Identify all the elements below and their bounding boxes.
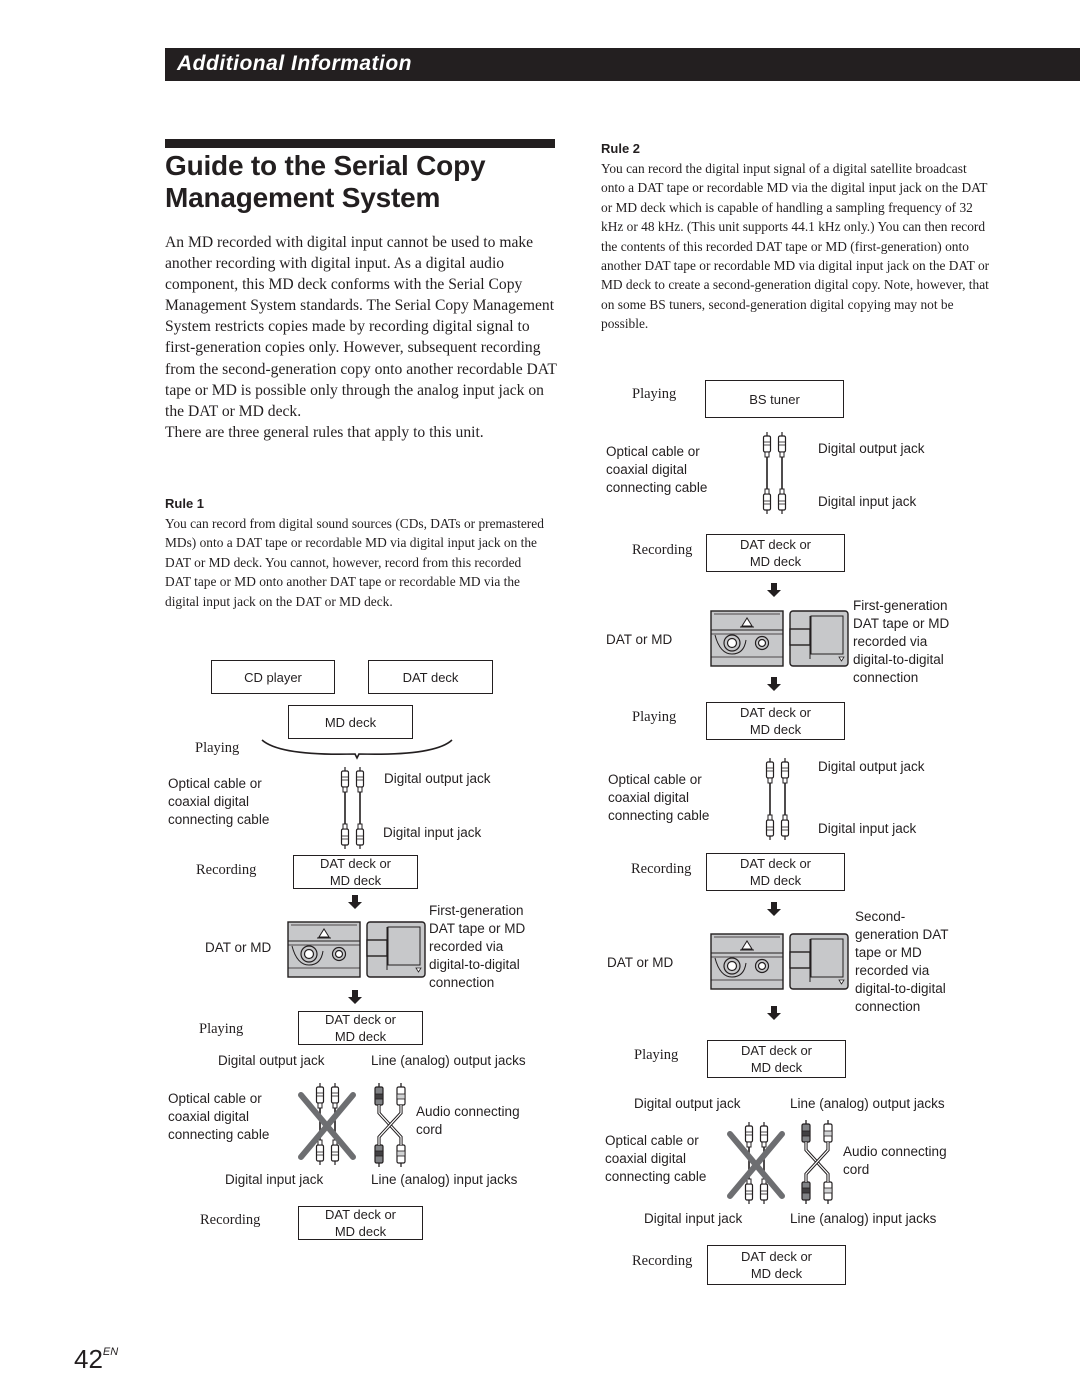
playing-label-2: Playing [632,709,677,725]
cable-label: Optical cable or coaxial digital connect… [168,776,270,827]
minidisc-icon [366,921,426,978]
down-arrow-icon [767,583,781,597]
dat-tape-icon [710,933,784,990]
playing-deck-box-2: DAT deck or MD deck [707,1040,846,1078]
digital-cable-icon [762,432,787,514]
media-label: DAT or MD [606,632,673,647]
recording-deck-box-3: DAT deck or MD deck [707,1245,846,1285]
md-deck-box: MD deck [288,705,413,739]
down-arrow-icon [767,902,781,916]
audio-cord-icon [801,1120,833,1204]
down-arrow-icon [767,1006,781,1020]
rule2-text: You can record the digital input signal … [601,161,990,332]
media-description-first: First-generation DAT tape or MD recorded… [853,598,950,685]
playing-label: Playing [632,386,677,402]
line-input-label: Line (analog) input jacks [371,1172,518,1187]
cable-label-2: Optical cable or coaxial digital connect… [608,772,710,823]
cable-label-3: Optical cable or coaxial digital connect… [605,1133,707,1184]
audio-cord-label: Audio connecting cord [416,1104,520,1137]
media-description-second: Second- generation DAT tape or MD record… [855,909,949,1014]
recording-deck-box: DAT deck or MD deck [706,534,845,572]
dat-tape-icon [710,610,784,667]
media-label-2: DAT or MD [607,955,674,970]
bs-tuner-box: BS tuner [705,380,844,418]
recording-label: Recording [196,862,257,878]
down-arrow-icon [348,895,362,909]
digital-cable-icon-2 [765,758,790,840]
dat-and-md-media-icon [710,610,849,667]
dat-and-md-media-icon-2 [710,933,849,990]
page-title-line-2: Management System [165,182,441,213]
recording-label: Recording [632,542,693,558]
cable-label: Optical cable or coaxial digital connect… [606,444,708,495]
digital-output-label: Digital output jack [818,441,925,456]
rule2-heading: Rule 2 [601,141,641,156]
digital-input-label-2: Digital input jack [818,821,917,836]
recording-deck-box: DAT deck or MD deck [293,855,418,889]
line-output-label: Line (analog) output jacks [790,1096,945,1111]
recording-deck-box-2: DAT deck or MD deck [298,1206,423,1240]
section-title: Additional Information [177,52,412,75]
audio-cord-icon [374,1083,406,1167]
digital-input-label-2: Digital input jack [225,1172,324,1187]
digital-input-label: Digital input jack [383,825,482,840]
digital-input-label: Digital input jack [818,494,917,509]
rule1-heading: Rule 1 [165,496,205,511]
playing-label-2: Playing [199,1021,244,1037]
playing-label: Playing [195,740,240,756]
down-arrow-icon [767,677,781,691]
audio-cord-label: Audio connecting cord [843,1144,947,1177]
line-output-label: Line (analog) output jacks [371,1053,526,1068]
recording-label-2: Recording [631,861,692,877]
section-header-bar: Additional Information [165,48,1080,81]
page-title-line-1: Guide to the Serial Copy [165,150,486,181]
line-input-label: Line (analog) input jacks [790,1211,937,1226]
playing-label-3: Playing [634,1047,679,1063]
media-description: First-generation DAT tape or MD recorded… [429,903,526,990]
down-arrow-icon [348,990,362,1004]
prohibited-digital-cable-icon [727,1122,785,1204]
digital-output-label-2: Digital output jack [218,1053,325,1068]
recording-deck-box-2: DAT deck or MD deck [706,853,845,891]
prohibited-digital-cable-icon [298,1083,356,1165]
page-number: 42EN [74,1344,119,1374]
digital-cable-icon [340,767,365,849]
dat-deck-box: DAT deck [368,660,493,694]
intro-text: An MD recorded with digital input cannot… [165,234,557,420]
intro-paragraph: An MD recorded with digital input cannot… [165,232,558,443]
minidisc-icon [789,933,849,990]
media-label: DAT or MD [205,940,272,955]
playing-deck-box: DAT deck or MD deck [298,1011,423,1045]
recording-label-3: Recording [632,1253,693,1269]
title-rule [165,139,555,148]
rule1-text: You can record from digital sound source… [165,516,544,609]
dat-and-md-media-icon [287,921,426,978]
minidisc-icon [789,610,849,667]
digital-output-label-2: Digital output jack [818,759,925,774]
brace-icon [261,739,453,760]
dat-tape-icon [287,921,361,978]
digital-output-label-3: Digital output jack [634,1096,741,1111]
intro-rules-text: There are three general rules that apply… [165,423,484,441]
playing-deck-box: DAT deck or MD deck [706,702,845,740]
digital-input-label-3: Digital input jack [644,1211,743,1226]
recording-label-2: Recording [200,1212,261,1228]
digital-output-label: Digital output jack [384,771,491,786]
page-title: Guide to the Serial Copy Management Syst… [165,150,565,214]
cable-label-2: Optical cable or coaxial digital connect… [168,1091,270,1142]
cd-player-box: CD player [211,660,335,694]
page-number-suffix: EN [102,1346,119,1358]
